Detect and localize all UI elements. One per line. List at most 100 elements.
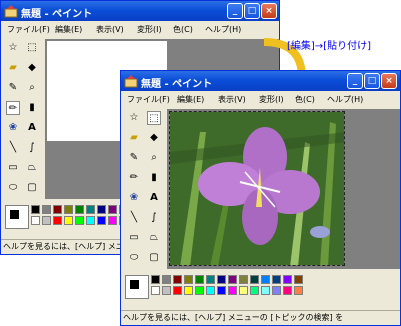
front-canvas-area xyxy=(167,109,400,269)
menu-file[interactable]: ファイル(F) xyxy=(127,94,170,105)
back-title-bar[interactable]: 無題 - ペイント _ □ × xyxy=(1,1,279,21)
polygon-tool-icon[interactable]: ⏢ xyxy=(25,161,39,175)
palette-color-swatch[interactable] xyxy=(294,286,303,295)
rounded-rect-tool-icon[interactable]: ▢ xyxy=(25,181,39,195)
palette-color-swatch[interactable] xyxy=(250,286,259,295)
rectangle-tool-icon[interactable]: ▭ xyxy=(6,161,20,175)
paint-app-icon xyxy=(124,75,138,88)
menu-edit[interactable]: 編集(E) xyxy=(55,24,82,35)
curve-tool-icon[interactable]: ∫ xyxy=(147,211,161,225)
palette-color-swatch[interactable] xyxy=(173,286,182,295)
palette-color-swatch[interactable] xyxy=(64,205,73,214)
palette-color-swatch[interactable] xyxy=(151,286,160,295)
ellipse-tool-icon[interactable]: ⬭ xyxy=(127,251,141,265)
palette-color-swatch[interactable] xyxy=(217,275,226,284)
close-button[interactable]: × xyxy=(261,3,277,19)
palette-color-swatch[interactable] xyxy=(42,216,51,225)
free-select-tool-icon[interactable]: ☆ xyxy=(6,41,20,55)
palette-color-swatch[interactable] xyxy=(86,216,95,225)
palette-color-swatch[interactable] xyxy=(195,286,204,295)
palette-color-swatch[interactable] xyxy=(53,205,62,214)
eraser-tool-icon[interactable]: ▰ xyxy=(127,131,141,145)
palette-color-swatch[interactable] xyxy=(108,216,117,225)
polygon-tool-icon[interactable]: ⏢ xyxy=(147,231,161,245)
palette-color-swatch[interactable] xyxy=(184,286,193,295)
color-picker-tool-icon[interactable]: ✎ xyxy=(127,151,141,165)
fill-tool-icon[interactable]: ◆ xyxy=(147,131,161,145)
rect-select-tool-icon[interactable]: ⬚ xyxy=(25,41,39,55)
rounded-rect-tool-icon[interactable]: ▢ xyxy=(147,251,161,265)
palette-color-swatch[interactable] xyxy=(151,275,160,284)
menu-help[interactable]: ヘルプ(H) xyxy=(205,24,241,35)
palette-color-swatch[interactable] xyxy=(206,286,215,295)
magnifier-tool-icon[interactable]: ⌕ xyxy=(147,151,161,165)
maximize-button[interactable]: □ xyxy=(244,3,260,19)
front-paint-window: 無題 - ペイント _ □ × ファイル(F) 編集(E) 表示(V) 変形(I… xyxy=(120,70,401,326)
menu-image[interactable]: 変形(I) xyxy=(137,24,162,35)
pencil-tool-icon[interactable]: ✏ xyxy=(127,171,141,185)
airbrush-tool-icon[interactable]: ❀ xyxy=(6,121,20,135)
eraser-tool-icon[interactable]: ▰ xyxy=(6,61,20,75)
minimize-button[interactable]: _ xyxy=(347,73,363,89)
text-tool-icon[interactable]: A xyxy=(147,191,161,205)
menu-image[interactable]: 変形(I) xyxy=(259,94,284,105)
palette-color-swatch[interactable] xyxy=(86,205,95,214)
palette-color-swatch[interactable] xyxy=(75,205,84,214)
line-tool-icon[interactable]: ╲ xyxy=(6,141,20,155)
palette-color-swatch[interactable] xyxy=(250,275,259,284)
palette-color-swatch[interactable] xyxy=(31,205,40,214)
maximize-button[interactable]: □ xyxy=(364,73,380,89)
menu-help[interactable]: ヘルプ(H) xyxy=(327,94,363,105)
palette-color-swatch[interactable] xyxy=(97,205,106,214)
menu-view[interactable]: 表示(V) xyxy=(218,94,246,105)
palette-color-swatch[interactable] xyxy=(184,275,193,284)
palette-color-swatch[interactable] xyxy=(261,286,270,295)
rect-select-tool-icon[interactable]: ⬚ xyxy=(147,111,161,125)
palette-color-swatch[interactable] xyxy=(283,286,292,295)
palette-color-swatch[interactable] xyxy=(31,216,40,225)
ellipse-tool-icon[interactable]: ⬭ xyxy=(6,181,20,195)
palette-color-swatch[interactable] xyxy=(228,286,237,295)
curve-tool-icon[interactable]: ∫ xyxy=(25,141,39,155)
palette-color-swatch[interactable] xyxy=(53,216,62,225)
palette-color-swatch[interactable] xyxy=(75,216,84,225)
text-tool-icon[interactable]: A xyxy=(25,121,39,135)
menu-colors[interactable]: 色(C) xyxy=(173,24,193,35)
airbrush-tool-icon[interactable]: ❀ xyxy=(127,191,141,205)
palette-color-swatch[interactable] xyxy=(283,275,292,284)
front-title-bar[interactable]: 無題 - ペイント _ □ × xyxy=(121,71,400,91)
palette-color-swatch[interactable] xyxy=(294,275,303,284)
fill-tool-icon[interactable]: ◆ xyxy=(25,61,39,75)
menu-edit[interactable]: 編集(E) xyxy=(177,94,204,105)
menu-file[interactable]: ファイル(F) xyxy=(7,24,50,35)
palette-color-swatch[interactable] xyxy=(228,275,237,284)
palette-color-swatch[interactable] xyxy=(64,216,73,225)
palette-color-swatch[interactable] xyxy=(195,275,204,284)
close-button[interactable]: × xyxy=(381,73,397,89)
palette-color-swatch[interactable] xyxy=(272,286,281,295)
palette-color-swatch[interactable] xyxy=(108,205,117,214)
palette-color-swatch[interactable] xyxy=(162,286,171,295)
palette-color-swatch[interactable] xyxy=(173,275,182,284)
color-picker-tool-icon[interactable]: ✎ xyxy=(6,81,20,95)
menu-view[interactable]: 表示(V) xyxy=(96,24,124,35)
free-select-tool-icon[interactable]: ☆ xyxy=(127,111,141,125)
brush-tool-icon[interactable]: ▮ xyxy=(25,101,39,115)
palette-color-swatch[interactable] xyxy=(217,286,226,295)
palette-color-swatch[interactable] xyxy=(97,216,106,225)
brush-tool-icon[interactable]: ▮ xyxy=(147,171,161,185)
rectangle-tool-icon[interactable]: ▭ xyxy=(127,231,141,245)
pasted-iris-image[interactable] xyxy=(169,111,345,266)
palette-color-swatch[interactable] xyxy=(239,275,248,284)
palette-color-swatch[interactable] xyxy=(162,275,171,284)
palette-color-swatch[interactable] xyxy=(272,275,281,284)
palette-color-swatch[interactable] xyxy=(261,275,270,284)
pencil-tool-icon[interactable]: ✏ xyxy=(6,101,20,115)
palette-color-swatch[interactable] xyxy=(42,205,51,214)
palette-color-swatch[interactable] xyxy=(239,286,248,295)
magnifier-tool-icon[interactable]: ⌕ xyxy=(25,81,39,95)
minimize-button[interactable]: _ xyxy=(227,3,243,19)
line-tool-icon[interactable]: ╲ xyxy=(127,211,141,225)
palette-color-swatch[interactable] xyxy=(206,275,215,284)
menu-colors[interactable]: 色(C) xyxy=(295,94,315,105)
